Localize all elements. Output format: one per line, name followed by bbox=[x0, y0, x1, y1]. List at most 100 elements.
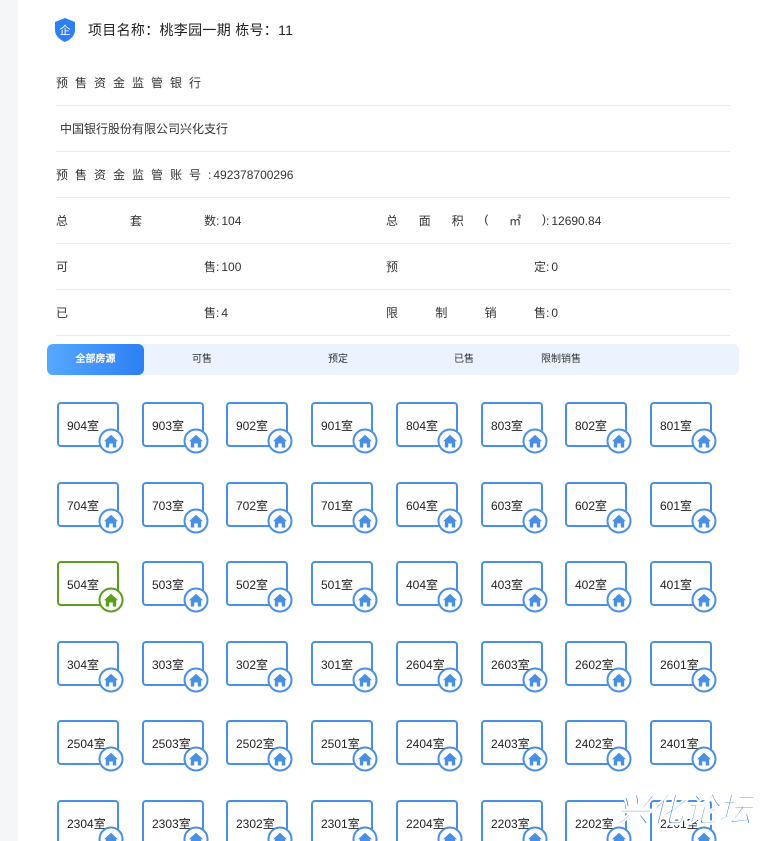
unit-cell[interactable]: 2301室 bbox=[311, 800, 378, 841]
house-icon bbox=[352, 746, 378, 772]
sold-label: 已售 bbox=[56, 306, 216, 320]
house-icon bbox=[183, 508, 209, 534]
unit-label: 301室 bbox=[321, 658, 354, 672]
house-icon bbox=[606, 746, 632, 772]
house-icon bbox=[98, 508, 124, 534]
unit-cell[interactable]: 303室 bbox=[142, 641, 209, 693]
shield-icon: 企 bbox=[55, 18, 75, 42]
total-sets-label: 总套数 bbox=[56, 214, 216, 228]
unit-cell[interactable]: 2401室 bbox=[650, 720, 717, 772]
unit-cell[interactable]: 704室 bbox=[57, 482, 124, 534]
unit-cell[interactable]: 601室 bbox=[650, 482, 717, 534]
house-icon bbox=[691, 587, 717, 613]
unit-label: 904室 bbox=[67, 419, 100, 433]
unit-label: 403室 bbox=[491, 578, 524, 592]
unit-cell[interactable]: 2601室 bbox=[650, 641, 717, 693]
unit-cell[interactable]: 701室 bbox=[311, 482, 378, 534]
house-icon bbox=[606, 667, 632, 693]
unit-cell[interactable]: 904室 bbox=[57, 402, 124, 454]
unit-cell[interactable]: 2404室 bbox=[396, 720, 463, 772]
unit-cell[interactable]: 2303室 bbox=[142, 800, 209, 841]
house-icon bbox=[98, 667, 124, 693]
house-icon bbox=[437, 508, 463, 534]
available-label: 可售 bbox=[56, 260, 216, 274]
house-icon bbox=[522, 826, 548, 841]
house-icon bbox=[522, 746, 548, 772]
unit-cell[interactable]: 301室 bbox=[311, 641, 378, 693]
building-panel: 企 项目名称：桃李园一期 栋号：11 预售资金监管银行 中国银行股份有限公司兴化… bbox=[18, 0, 767, 841]
unit-cell[interactable]: 702室 bbox=[226, 482, 293, 534]
tab-all[interactable]: 全部房源 bbox=[47, 344, 144, 375]
house-icon bbox=[352, 826, 378, 841]
tab-sold[interactable]: 已售 bbox=[454, 344, 474, 375]
total-area-value: 12690.84 bbox=[551, 213, 602, 228]
unit-cell[interactable]: 503室 bbox=[142, 561, 209, 613]
house-icon bbox=[691, 667, 717, 693]
unit-label: 801室 bbox=[660, 419, 693, 433]
house-icon bbox=[522, 587, 548, 613]
house-icon bbox=[98, 587, 124, 613]
house-icon bbox=[183, 587, 209, 613]
unit-cell[interactable]: 903室 bbox=[142, 402, 209, 454]
unit-cell[interactable]: 2402室 bbox=[565, 720, 632, 772]
tab-available[interactable]: 可售 bbox=[192, 344, 212, 375]
unit-cell[interactable]: 2604室 bbox=[396, 641, 463, 693]
unit-cell[interactable]: 2504室 bbox=[57, 720, 124, 772]
unit-label: 603室 bbox=[491, 499, 524, 513]
unit-cell[interactable]: 2204室 bbox=[396, 800, 463, 841]
unit-label: 902室 bbox=[236, 419, 269, 433]
unit-cell[interactable]: 304室 bbox=[57, 641, 124, 693]
tab-reserved[interactable]: 预定 bbox=[328, 344, 348, 375]
available-value: 100 bbox=[221, 259, 242, 274]
house-icon bbox=[437, 428, 463, 454]
unit-cell[interactable]: 2602室 bbox=[565, 641, 632, 693]
unit-label: 702室 bbox=[236, 499, 269, 513]
unit-label: 404室 bbox=[406, 578, 439, 592]
unit-cell[interactable]: 2501室 bbox=[311, 720, 378, 772]
unit-cell[interactable]: 703室 bbox=[142, 482, 209, 534]
unit-cell[interactable]: 2304室 bbox=[57, 800, 124, 841]
house-icon bbox=[267, 587, 293, 613]
unit-cell[interactable]: 2603室 bbox=[481, 641, 548, 693]
unit-label: 601室 bbox=[660, 499, 693, 513]
tab-restricted[interactable]: 限制销售 bbox=[541, 344, 581, 375]
unit-cell[interactable]: 2503室 bbox=[142, 720, 209, 772]
unit-cell[interactable]: 804室 bbox=[396, 402, 463, 454]
unit-cell[interactable]: 403室 bbox=[481, 561, 548, 613]
reserved-label: 预定 bbox=[386, 260, 546, 274]
unit-cell[interactable]: 2302室 bbox=[226, 800, 293, 841]
unit-cell[interactable]: 302室 bbox=[226, 641, 293, 693]
unit-cell[interactable]: 603室 bbox=[481, 482, 548, 534]
house-icon bbox=[522, 667, 548, 693]
unit-label: 704室 bbox=[67, 499, 100, 513]
totals-row: 总套数 :104 总面积(㎡) :12690.84 bbox=[56, 198, 730, 244]
unit-cell[interactable]: 604室 bbox=[396, 482, 463, 534]
house-icon bbox=[98, 428, 124, 454]
svg-text:兴化论坛: 兴化论坛 bbox=[616, 791, 756, 830]
unit-cell[interactable]: 602室 bbox=[565, 482, 632, 534]
unit-cell[interactable]: 901室 bbox=[311, 402, 378, 454]
unit-cell[interactable]: 2203室 bbox=[481, 800, 548, 841]
unit-cell[interactable]: 902室 bbox=[226, 402, 293, 454]
unit-label: 804室 bbox=[406, 419, 439, 433]
unit-cell[interactable]: 501室 bbox=[311, 561, 378, 613]
bank-name: 中国银行股份有限公司兴化支行 bbox=[60, 122, 229, 136]
unit-cell[interactable]: 402室 bbox=[565, 561, 632, 613]
unit-cell[interactable]: 802室 bbox=[565, 402, 632, 454]
house-icon bbox=[691, 746, 717, 772]
unit-cell[interactable]: 803室 bbox=[481, 402, 548, 454]
unit-cell[interactable]: 401室 bbox=[650, 561, 717, 613]
presale-info: 预售资金监管银行 中国银行股份有限公司兴化支行 预售资金监管账号 :492378… bbox=[56, 60, 730, 336]
unit-cell[interactable]: 502室 bbox=[226, 561, 293, 613]
house-icon bbox=[352, 428, 378, 454]
account-row: 预售资金监管账号 :492378700296 bbox=[56, 152, 730, 198]
house-icon bbox=[606, 587, 632, 613]
bank-label-row: 预售资金监管银行 bbox=[56, 60, 730, 106]
house-icon bbox=[522, 508, 548, 534]
unit-cell[interactable]: 2502室 bbox=[226, 720, 293, 772]
unit-cell[interactable]: 504室 bbox=[57, 561, 124, 613]
unit-cell[interactable]: 801室 bbox=[650, 402, 717, 454]
unit-cell[interactable]: 404室 bbox=[396, 561, 463, 613]
account-value: 492378700296 bbox=[213, 167, 294, 182]
unit-cell[interactable]: 2403室 bbox=[481, 720, 548, 772]
